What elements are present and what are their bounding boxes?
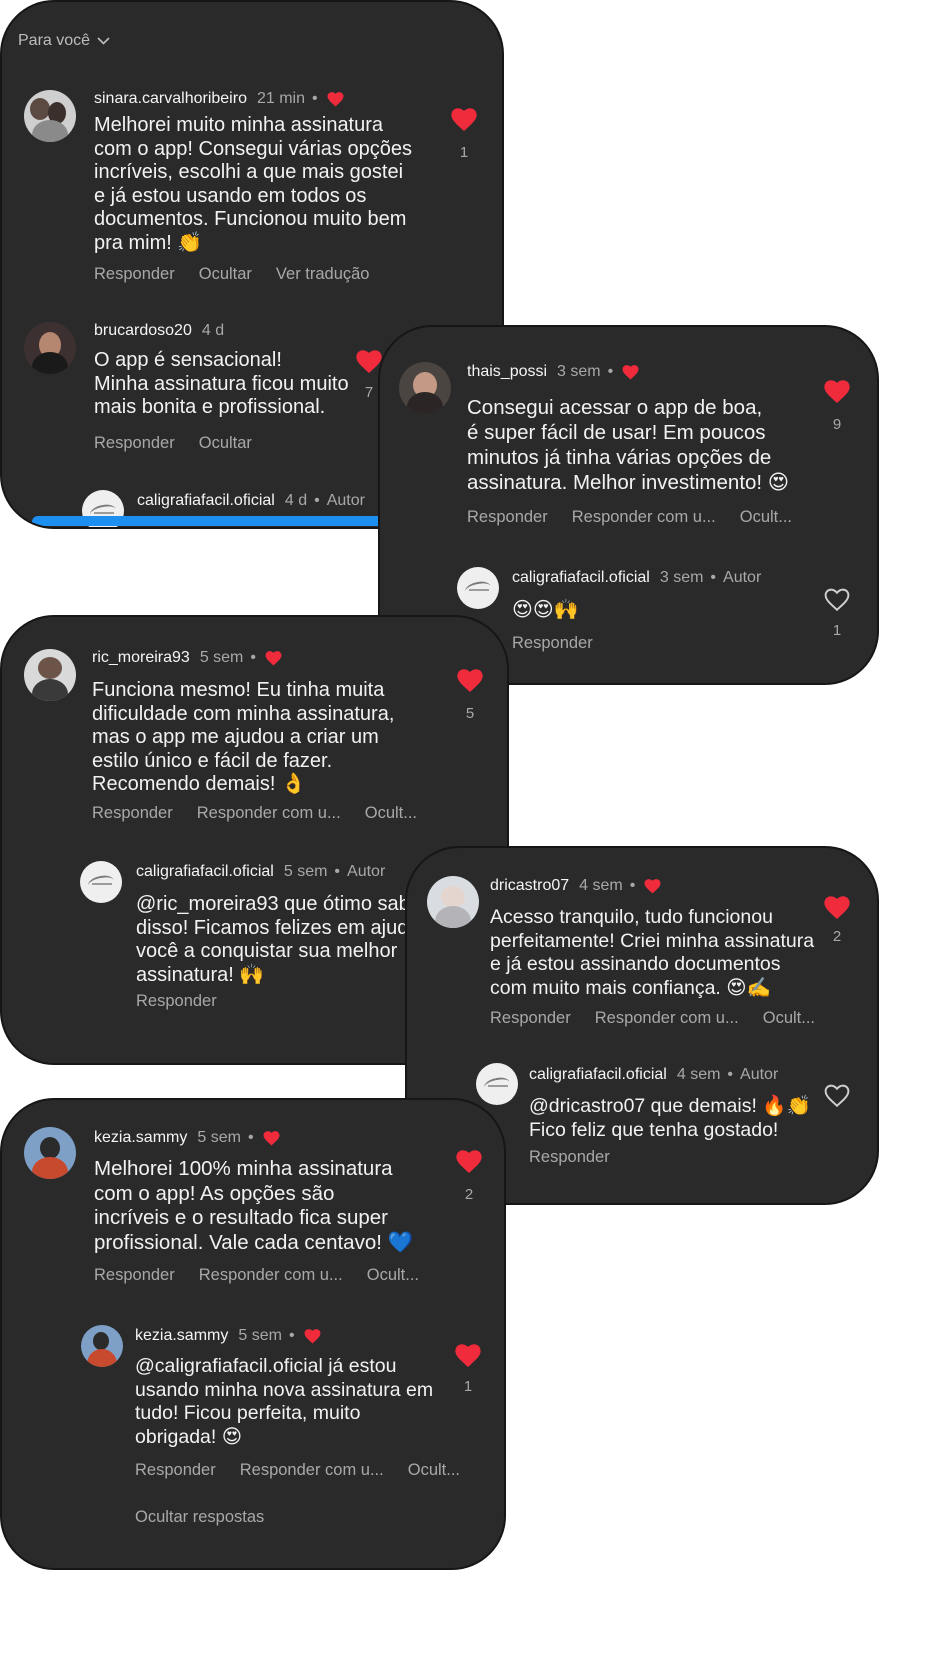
heart-icon [824,896,850,920]
avatar[interactable] [24,1127,76,1179]
creator-liked-heart-icon [622,365,639,380]
author-label: Autor [347,863,386,880]
reply-button[interactable]: Responder [136,992,217,1011]
hide-button[interactable]: Ocult... [763,1009,815,1028]
creator-liked-heart-icon [265,651,282,666]
like-count: 1 [832,622,842,639]
reply-button[interactable]: Responder [529,1148,610,1167]
like-button[interactable]: 9 [822,380,852,433]
like-button[interactable] [822,1084,852,1108]
username[interactable]: kezia.sammy [94,1129,187,1147]
reply-text: @caligrafiafacil.oficial já estou usando … [135,1355,434,1448]
heart-icon [457,669,483,693]
reply-button[interactable]: Responder [512,634,593,653]
author-label: Autor [326,492,365,509]
username[interactable]: caligrafiafacil.oficial [512,569,650,587]
reply-with-button[interactable]: Responder com u... [199,1266,343,1285]
separator-dot: • [727,1066,734,1083]
reply-text: @ric_moreira93 que ótimo saber disso! Fic… [136,893,428,986]
comment-text: Melhorei 100% minha assinatura com o app!… [94,1157,414,1254]
reply-button[interactable]: Responder [467,508,548,527]
separator-dot: • [607,363,614,380]
username[interactable]: thais_possi [467,363,547,381]
reply-with-button[interactable]: Responder com u... [595,1009,739,1028]
separator-dot: • [247,1129,254,1146]
avatar[interactable] [81,1325,123,1367]
reply-with-button[interactable]: Responder com u... [240,1461,384,1480]
timestamp: 5 sem [238,1327,282,1344]
separator-dot: • [314,492,320,509]
timestamp: 4 sem [676,1066,721,1083]
author-label: Autor [740,1066,779,1083]
timestamp: 3 sem [557,363,601,380]
like-button[interactable]: 1 [453,1344,483,1395]
like-count: 9 [832,416,842,433]
username[interactable]: caligrafiafacil.oficial [529,1066,667,1084]
like-count: 5 [465,705,475,722]
timestamp: 4 d [284,492,308,509]
comment-text: Funciona mesmo! Eu tinha muita dificuldad… [92,679,395,795]
reply-text: 😍😍🙌 [512,599,579,621]
like-count: 2 [464,1186,474,1203]
separator-dot: • [334,863,341,880]
separator-dot: • [250,649,256,666]
timestamp: 4 sem [579,877,623,894]
like-button[interactable]: 1 [822,588,852,639]
reply-button[interactable]: Responder [94,1266,175,1285]
like-button[interactable]: 5 [455,669,485,722]
reply-with-button[interactable]: Responder com u... [197,804,341,823]
comment-text: Acesso tranquilo, tudo funcionou perfeita… [490,906,815,999]
like-button[interactable]: 2 [822,896,852,945]
like-button[interactable]: 2 [454,1150,484,1203]
hide-replies-button[interactable]: Ocultar respostas [135,1508,264,1527]
creator-liked-heart-icon [304,1329,321,1344]
username[interactable]: kezia.sammy [135,1327,228,1345]
heart-outline-icon [824,1084,850,1108]
hide-button[interactable]: Ocult... [740,508,792,527]
avatar[interactable] [24,649,76,701]
avatar[interactable] [399,362,451,414]
creator-liked-heart-icon [263,1131,280,1146]
heart-icon [455,1344,481,1368]
like-count: 2 [832,928,842,945]
author-label: Autor [723,569,762,586]
timestamp: 5 sem [197,1129,241,1146]
avatar[interactable] [427,876,479,928]
separator-dot: • [710,569,717,586]
creator-liked-heart-icon [644,879,661,894]
username[interactable]: ric_moreira93 [92,649,190,667]
username[interactable]: caligrafiafacil.oficial [137,492,275,510]
like-count: 1 [463,1378,473,1395]
reply-button[interactable]: Responder [490,1009,571,1028]
brand-avatar[interactable] [476,1063,518,1105]
hide-button[interactable]: Ocult... [365,804,417,823]
comment-text: Consegui acessar o app de boa, é super fá… [467,396,790,494]
reply-button[interactable]: Responder [92,804,173,823]
heart-outline-icon [824,588,850,612]
username[interactable]: caligrafiafacil.oficial [136,863,274,881]
brand-avatar[interactable] [457,567,499,609]
heart-icon [456,1150,482,1174]
heart-icon [824,380,850,404]
separator-dot: • [288,1327,295,1344]
reply-text: @dricastro07 que demais! 🔥👏 Fico feliz qu… [529,1095,811,1141]
hide-button[interactable]: Ocult... [367,1266,419,1285]
timestamp: 5 sem [199,649,244,666]
timestamp: 3 sem [659,569,704,586]
timestamp: 5 sem [283,863,328,880]
comment-card-5: kezia.sammy 5 sem • Melhorei 100% minha … [2,1100,504,1568]
brand-avatar[interactable] [80,861,122,903]
reply-button[interactable]: Responder [135,1461,216,1480]
separator-dot: • [629,877,636,894]
reply-with-button[interactable]: Responder com u... [572,508,716,527]
hide-button[interactable]: Ocult... [408,1461,460,1480]
progress-bar [32,516,412,526]
username[interactable]: dricastro07 [490,877,569,895]
